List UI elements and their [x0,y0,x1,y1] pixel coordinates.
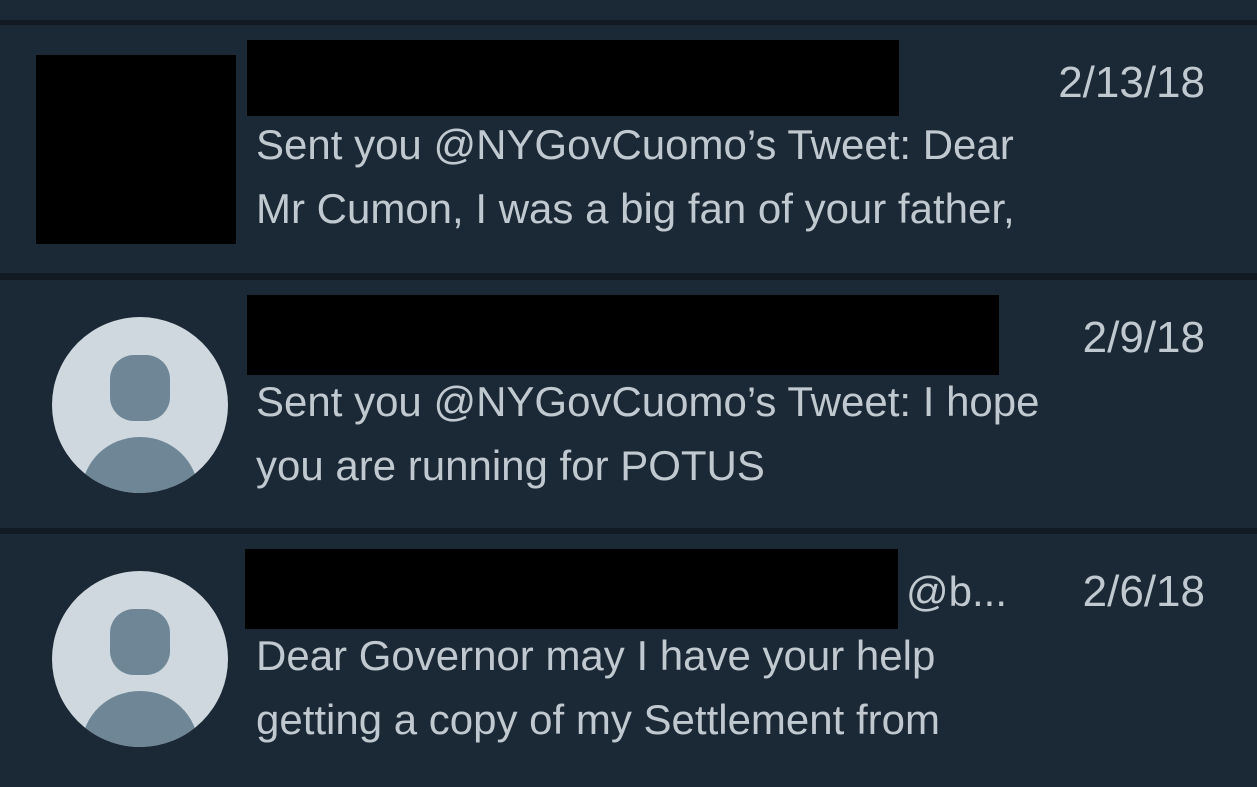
default-profile-icon[interactable] [52,317,228,493]
message-preview-line: getting a copy of my Settlement from [256,696,940,743]
message-row[interactable]: 2/9/18 Sent you @NYGovCuomo’s Tweet: I h… [0,280,1257,528]
redacted-sender-name [247,295,999,375]
redacted-sender-name [245,549,898,629]
message-date: 2/13/18 [1058,58,1205,107]
previous-row-edge [0,0,1257,20]
row-divider [0,273,1257,280]
message-preview-line: Sent you @NYGovCuomo’s Tweet: I hope [256,378,1040,425]
avatar-head-shape [110,609,170,675]
avatar-head-shape [110,355,170,421]
redacted-avatar[interactable] [36,55,236,244]
avatar-shoulders-shape [82,437,198,493]
message-preview-line: Dear Governor may I have your help [256,632,936,679]
message-date: 2/9/18 [1082,313,1205,362]
message-preview-line: Mr Cumon, I was a big fan of your father… [256,185,1015,232]
message-date: 2/6/18 [1082,567,1205,616]
avatar-shoulders-shape [82,691,198,747]
redacted-sender-name [247,40,899,116]
message-row[interactable]: 2/13/18 Sent you @NYGovCuomo’s Tweet: De… [0,25,1257,273]
message-preview: Sent you @NYGovCuomo’s Tweet: I hope you… [256,370,1216,498]
message-preview: Dear Governor may I have your help getti… [256,624,1216,752]
message-row[interactable]: @b... 2/6/18 Dear Governor may I have yo… [0,534,1257,787]
sender-handle: @b... [906,568,1008,615]
default-profile-icon[interactable] [52,571,228,747]
message-preview: Sent you @NYGovCuomo’s Tweet: Dear Mr Cu… [256,113,1216,241]
message-preview-line: Sent you @NYGovCuomo’s Tweet: Dear [256,121,1014,168]
message-preview-line: you are running for POTUS [256,442,765,489]
